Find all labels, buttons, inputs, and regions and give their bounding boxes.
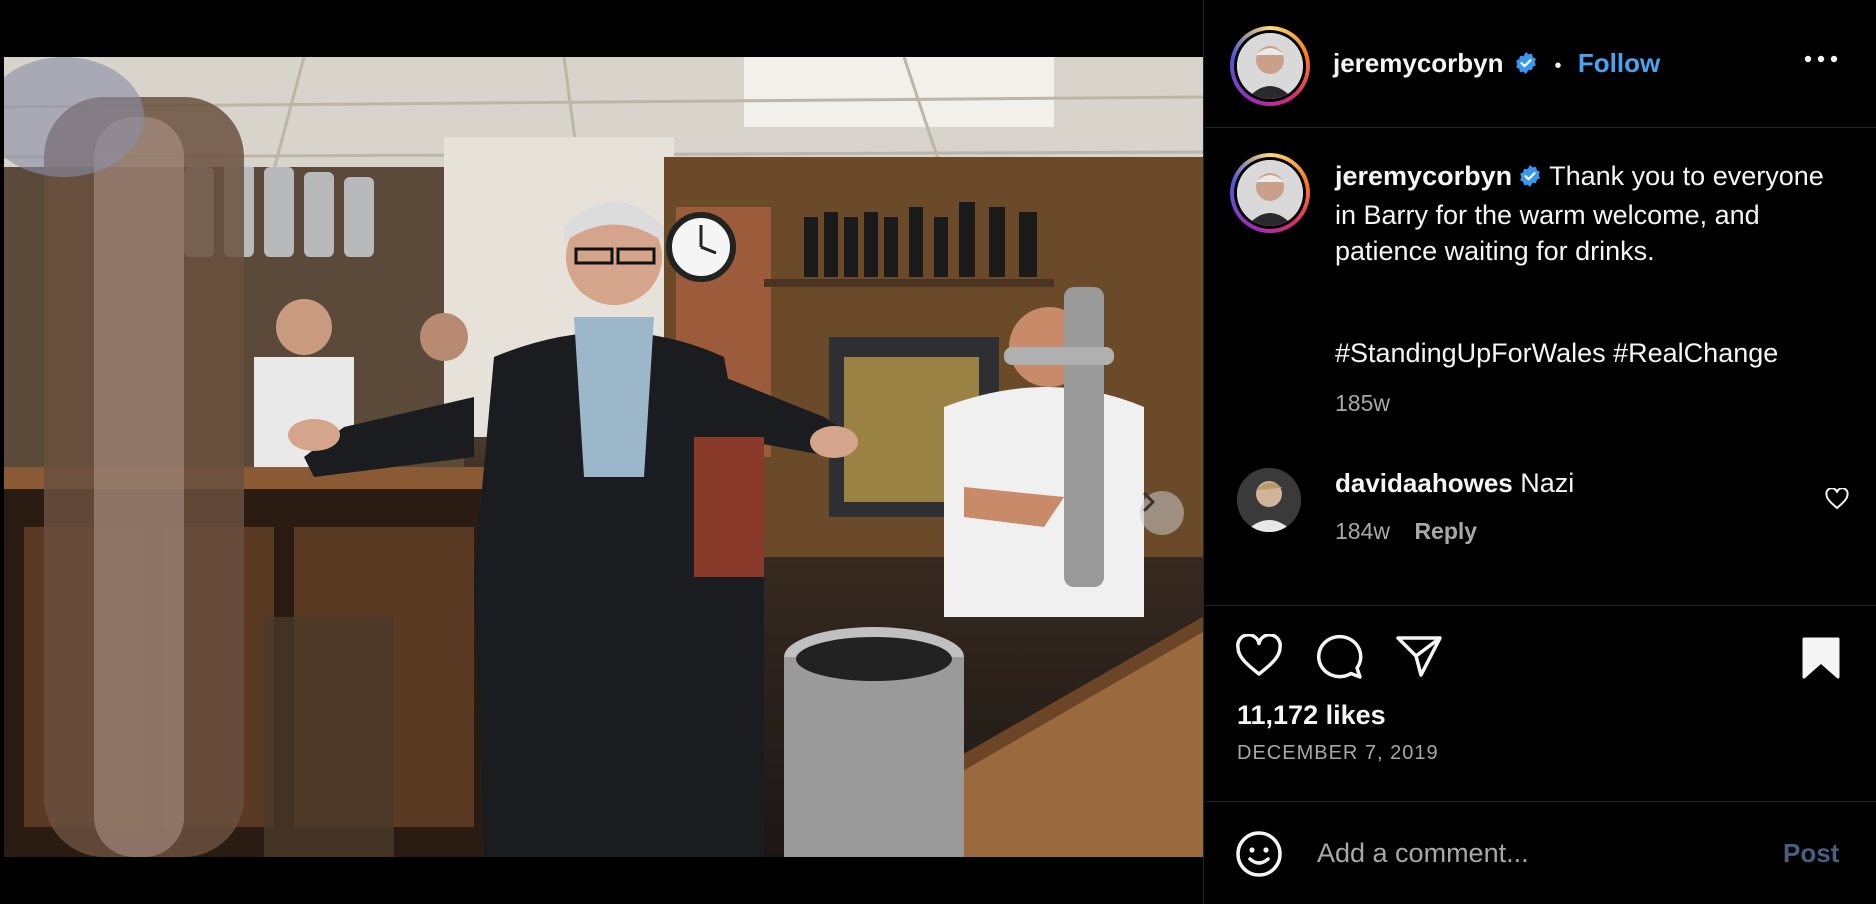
verified-badge-icon <box>1514 51 1538 80</box>
comment-age: 184w <box>1335 518 1390 544</box>
chevron-right-icon <box>1143 492 1155 512</box>
comment-bubble-icon[interactable] <box>1315 634 1363 685</box>
post-comment-button[interactable]: Post <box>1783 838 1839 869</box>
post-caption: jeremycorbyn Thank you to everyone in Ba… <box>1335 158 1835 269</box>
more-options-icon[interactable] <box>1804 52 1838 71</box>
emoji-icon[interactable] <box>1235 830 1283 883</box>
comment-input[interactable] <box>1315 832 1749 874</box>
caption-age: 185w <box>1335 390 1390 416</box>
heart-icon[interactable] <box>1235 633 1283 683</box>
reply-button[interactable]: Reply <box>1414 518 1477 544</box>
post-media <box>0 0 1204 904</box>
separator-dot: • <box>1554 55 1562 77</box>
caption-author-avatar[interactable] <box>1230 153 1310 233</box>
post-header: jeremycorbyn • Follow <box>1205 0 1876 128</box>
post-side-panel: jeremycorbyn • Follow jeremycorbyn Thank… <box>1205 0 1876 904</box>
follow-button[interactable]: Follow <box>1578 48 1660 78</box>
commenter-avatar[interactable] <box>1237 468 1301 532</box>
comment-item: davidaahowes Nazi <box>1335 468 1574 499</box>
comments-section: jeremycorbyn Thank you to everyone in Ba… <box>1205 128 1876 606</box>
paper-plane-icon[interactable] <box>1395 634 1443 683</box>
bookmark-icon[interactable] <box>1801 636 1841 685</box>
comment-text: Nazi <box>1520 468 1575 498</box>
commenter-username[interactable]: davidaahowes <box>1335 468 1513 498</box>
caption-hashtags[interactable]: #StandingUpForWales #RealChange <box>1335 338 1778 369</box>
caption-username[interactable]: jeremycorbyn <box>1335 161 1512 191</box>
likes-count[interactable]: 11,172 likes <box>1237 700 1386 731</box>
verified-badge-icon <box>1518 161 1542 197</box>
carousel-next-button[interactable] <box>1140 491 1184 535</box>
add-comment-bar: Post <box>1205 802 1876 904</box>
post-date: DECEMBER 7, 2019 <box>1237 742 1439 764</box>
author-username[interactable]: jeremycorbyn <box>1333 48 1504 78</box>
author-avatar[interactable] <box>1230 26 1310 106</box>
comment-like-heart-icon[interactable] <box>1825 487 1849 515</box>
post-actions: 11,172 likes DECEMBER 7, 2019 <box>1205 606 1876 802</box>
post-photo[interactable] <box>4 57 1203 857</box>
